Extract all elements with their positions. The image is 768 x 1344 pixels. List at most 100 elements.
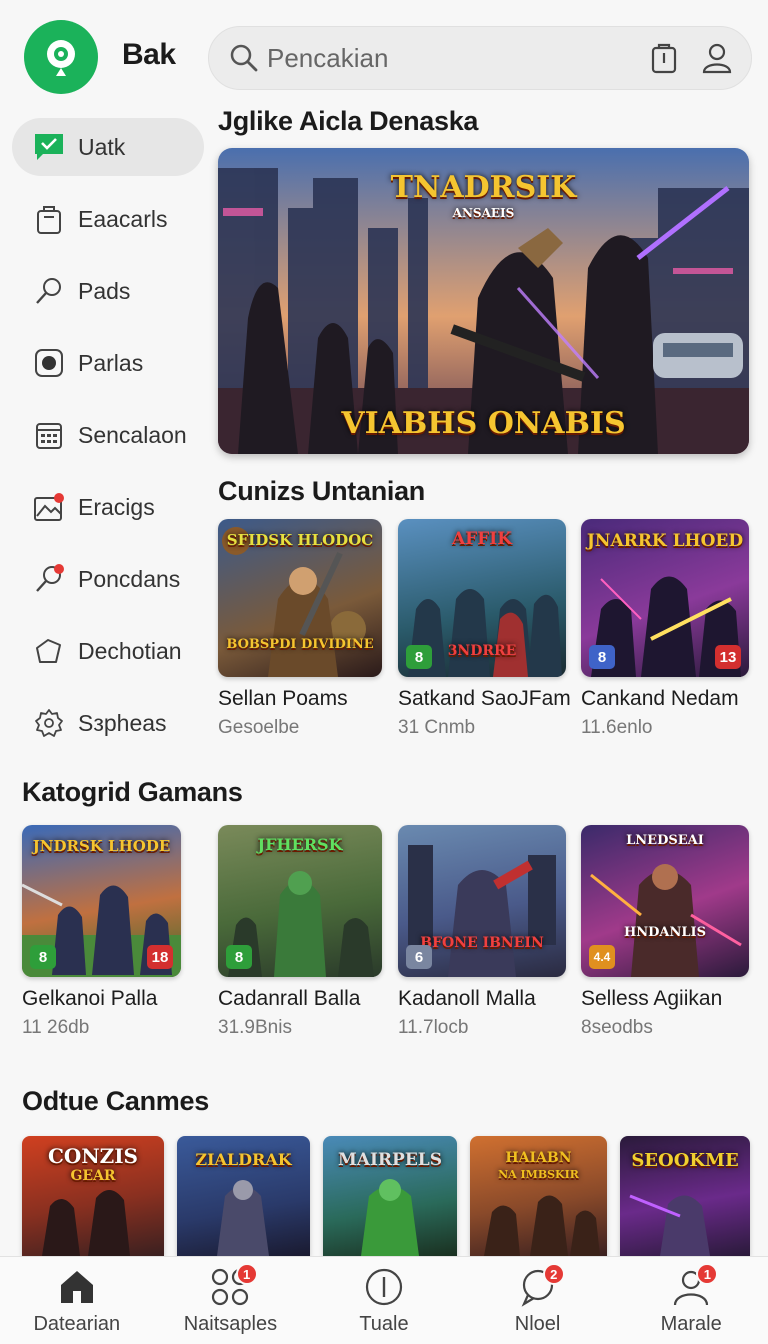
sidebar-item-pads[interactable]: Pads — [12, 262, 204, 320]
sidebar-item-parlas[interactable]: Parlas — [12, 334, 204, 392]
sidebar-item-label: Pads — [78, 277, 131, 304]
game-title: Sellan Poams — [218, 687, 348, 710]
app-title: Bak — [122, 38, 176, 71]
online-section-title: Odtue Canmes — [22, 1086, 209, 1116]
game-subtitle: 8seodbs — [581, 1017, 653, 1038]
logo-icon — [47, 40, 75, 76]
game-badge-left: 8 — [226, 945, 252, 969]
search-icon — [230, 44, 258, 72]
game-art-title: HAIABN — [505, 1150, 572, 1166]
banner-subtitle: ANSAEIS — [452, 206, 515, 220]
sidebar-item-poncdans[interactable]: Poncdans — [12, 550, 204, 608]
game-badge-right: 13 — [715, 645, 741, 669]
game-card[interactable]: BFONE IBNEIN 6 Kadanoll Malla 11.7locb — [398, 825, 566, 1039]
sidebar-item-uatk[interactable]: Uatk — [12, 118, 204, 176]
game-card[interactable]: JFHERSK 8 Cadanrall Balla 31.9Bnis — [218, 825, 382, 1039]
message-icon — [32, 130, 66, 164]
game-subtitle: 11.6enlo — [581, 717, 653, 738]
banner-title: TNADRSIK — [390, 170, 577, 205]
bag-icon — [32, 202, 66, 236]
game-art-subtitle: BOBSPDI DIVIDINE — [226, 637, 374, 652]
notification-badge: 1 — [235, 1263, 258, 1285]
online-game-tile[interactable]: SEOOKME — [620, 1136, 750, 1256]
game-art-title: LNEDSEAI — [626, 833, 704, 848]
nav-label: Naitsaples — [183, 1313, 278, 1335]
game-art-title: MAIRPELS — [337, 1150, 443, 1170]
top-bar: Bak — [0, 0, 768, 110]
nav-naitsaples[interactable]: 1 Naitsaples — [154, 1257, 308, 1344]
game-card[interactable]: AFFIK 3NDRRE 8 Satkand SaoJFam 31 Cnmb — [398, 519, 571, 739]
profile-icon[interactable] — [701, 41, 733, 75]
continue-section-title: Cunizs Untanian — [218, 476, 426, 506]
game-subtitle: 31 Cnmb — [398, 717, 476, 738]
game-title: Cankand Nedam — [581, 687, 739, 710]
image-icon — [32, 490, 66, 524]
game-title: Cadanrall Balla — [218, 987, 361, 1010]
game-thumbnail: JFHERSK 8 — [218, 825, 382, 977]
game-badge-left: 8 — [30, 945, 56, 969]
online-game-tile[interactable]: CONZIS GEAR — [22, 1136, 164, 1256]
game-thumbnail: JNDRSK LHODE 8 18 — [22, 825, 181, 977]
bottom-navigation: Datearian 1 Naitsaples Tuale 2 Nloel 1 M… — [0, 1256, 768, 1344]
nav-nloel[interactable]: 2 Nloel — [461, 1257, 615, 1344]
notification-badge: 1 — [696, 1263, 719, 1285]
clock-icon — [365, 1268, 403, 1306]
featured-section-title: Jglike Aicla Denaska — [218, 106, 479, 136]
star-icon — [32, 634, 66, 668]
online-game-tile[interactable]: MAIRPELS — [323, 1136, 457, 1256]
game-badge-left: 4.4 — [589, 945, 615, 969]
featured-banner[interactable]: TNADRSIK ANSAEIS VIABHS ONABIS — [218, 148, 749, 454]
nav-label: Marale — [660, 1313, 722, 1335]
game-card[interactable]: JNDRSK LHODE 8 18 Gelkanoi Palla 11 26db — [22, 825, 181, 1039]
sidebar-item-eracigs[interactable]: Eracigs — [12, 478, 204, 536]
nav-tuale[interactable]: Tuale — [307, 1257, 461, 1344]
game-art-title: JNDRSK LHODE — [32, 837, 171, 855]
game-art-title: CONZIS — [47, 1144, 139, 1168]
game-thumbnail: AFFIK 3NDRRE 8 — [398, 519, 566, 677]
sidebar-item-label: Eracigs — [78, 493, 155, 520]
game-art-title: JNARRK LHOED — [586, 531, 744, 551]
game-art-title: SEOOKME — [631, 1150, 739, 1171]
nav-marale[interactable]: 1 Marale — [614, 1257, 768, 1344]
notification-badge: 2 — [542, 1263, 565, 1285]
sidebar-item-eaacarls[interactable]: Eaacarls — [12, 190, 204, 248]
sidebar-item-label: Parlas — [78, 349, 144, 376]
game-badge-left: 8 — [589, 645, 615, 669]
sidebar-item-sencalaon[interactable]: Sencalaon — [12, 406, 204, 464]
game-thumbnail: SFIDSK HLODOC BOBSPDI DIVIDINE — [218, 519, 382, 677]
game-art-title: AFFIK — [451, 529, 513, 549]
game-card[interactable]: SFIDSK HLODOC BOBSPDI DIVIDINE Sellan Po… — [218, 519, 382, 739]
home-icon — [60, 1271, 93, 1303]
nav-datearian[interactable]: Datearian — [0, 1257, 154, 1344]
sidebar-item-label: Dechotian — [78, 637, 182, 664]
game-art-title: JFHERSK — [257, 835, 343, 854]
sidebar-item-dechotian[interactable]: Dechotian — [12, 622, 204, 680]
calendar-icon — [32, 418, 66, 452]
search-bar[interactable] — [208, 26, 752, 90]
game-badge-left: 8 — [406, 645, 432, 669]
game-badge-left: 6 — [406, 945, 432, 969]
search-icon — [32, 274, 66, 308]
settings-icon — [32, 706, 66, 740]
game-title: Selless Agiikan — [581, 987, 723, 1010]
record-icon — [32, 346, 66, 380]
game-thumbnail: JNARRK LHOED 8 13 — [581, 519, 749, 677]
nav-label: Tuale — [359, 1313, 409, 1335]
online-game-tile[interactable]: HAIABN NA IMBSKIR — [470, 1136, 607, 1256]
bag-icon[interactable] — [649, 41, 679, 75]
game-title: Gelkanoi Palla — [22, 987, 158, 1010]
online-game-tile[interactable]: ZIALDRAK — [177, 1136, 310, 1256]
sidebar-item-label: Sзpheas — [78, 709, 167, 736]
game-card[interactable]: JNARRK LHOED 8 13 Cankand Nedam 11.6enlo — [581, 519, 749, 739]
banner-caption: VIABHS ONABIS — [341, 406, 626, 441]
game-art-title: ZIALDRAK — [195, 1150, 292, 1169]
game-art-title: SFIDSK HLODOC — [226, 531, 374, 549]
app-logo[interactable] — [24, 20, 98, 94]
sidebar-item-label: Poncdans — [78, 565, 181, 592]
game-card[interactable]: LNEDSEAI HNDANLIS 4.4 Selless Agiikan 8s… — [581, 825, 749, 1039]
sidebar-item-label: Uatk — [78, 133, 126, 160]
game-subtitle: 11.7locb — [398, 1017, 469, 1038]
game-thumbnail: LNEDSEAI HNDANLIS 4.4 — [581, 825, 749, 977]
sidebar-item-sзpheas[interactable]: Sзpheas — [12, 694, 204, 752]
search-input[interactable] — [267, 42, 627, 74]
